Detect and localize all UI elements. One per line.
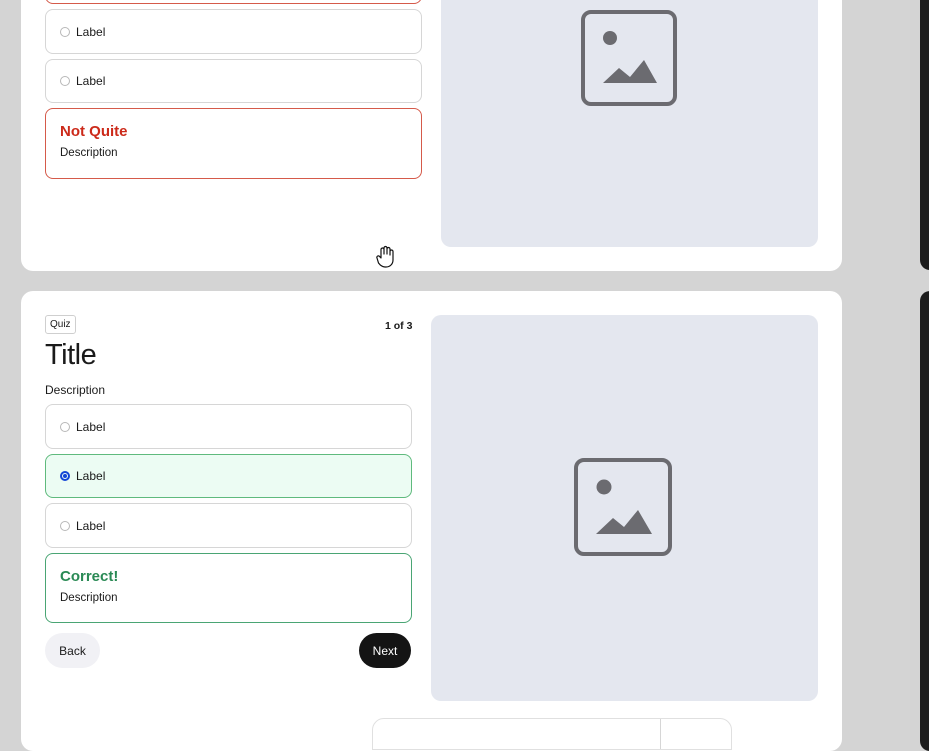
- quiz-option-selected[interactable]: Label: [45, 454, 412, 498]
- radio-icon: [60, 76, 70, 86]
- image-placeholder-panel: [431, 315, 818, 701]
- feedback-description: Description: [60, 147, 118, 159]
- option-label: Label: [76, 24, 106, 39]
- right-panel-edge: [920, 291, 929, 751]
- quiz-option-wrong[interactable]: [45, 0, 422, 4]
- right-panel-edge: [920, 0, 929, 270]
- quiz-tag: Quiz: [45, 315, 76, 334]
- radio-icon: [60, 26, 70, 37]
- option-label: Label: [76, 74, 106, 88]
- question-counter: 1 of 3: [385, 320, 413, 332]
- hand-cursor-icon: [376, 245, 394, 268]
- quiz-option[interactable]: Label: [45, 404, 412, 449]
- feedback-correct: Correct! Description: [45, 553, 412, 623]
- image-placeholder-icon: [581, 10, 677, 106]
- quiz-option[interactable]: Label: [45, 9, 422, 54]
- feedback-title: Correct!: [60, 568, 119, 585]
- option-label: Label: [76, 469, 106, 483]
- quiz-option[interactable]: Label: [45, 503, 412, 548]
- quiz-description: Description: [45, 383, 106, 397]
- quiz-title: Title: [45, 339, 97, 371]
- option-label: Label: [76, 518, 106, 533]
- radio-selected-icon: [60, 471, 70, 481]
- back-button[interactable]: Back: [45, 633, 100, 668]
- quiz-option[interactable]: Label: [45, 59, 422, 103]
- bottom-toolbar: [372, 718, 732, 750]
- feedback-description: Description: [60, 592, 118, 604]
- next-button[interactable]: Next: [359, 633, 411, 668]
- radio-icon: [60, 520, 70, 531]
- feedback-title: Not Quite: [60, 123, 128, 140]
- option-label: Label: [76, 419, 106, 434]
- radio-icon: [60, 421, 70, 432]
- image-placeholder-icon: [574, 458, 672, 556]
- feedback-incorrect: Not Quite Description: [45, 108, 422, 179]
- toolbar-divider: [660, 719, 661, 749]
- image-placeholder-panel: [441, 0, 818, 247]
